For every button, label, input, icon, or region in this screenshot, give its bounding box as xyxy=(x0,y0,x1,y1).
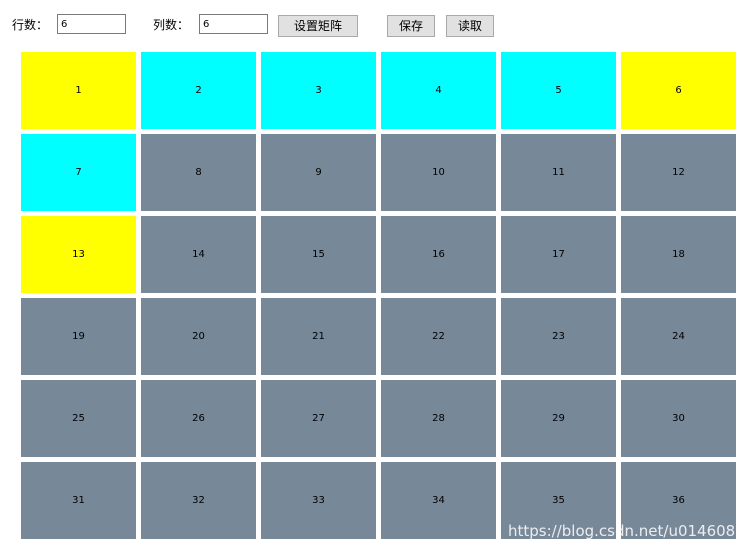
matrix-cell[interactable]: 35 xyxy=(501,462,616,539)
matrix-cell[interactable]: 29 xyxy=(501,380,616,457)
matrix-cell[interactable]: 25 xyxy=(21,380,136,457)
matrix-cell[interactable]: 6 xyxy=(621,52,736,129)
matrix-cell[interactable]: 20 xyxy=(141,298,256,375)
matrix-cell[interactable]: 28 xyxy=(381,380,496,457)
matrix-cell[interactable]: 7 xyxy=(21,134,136,211)
matrix-cell[interactable]: 32 xyxy=(141,462,256,539)
cols-input[interactable] xyxy=(199,14,268,34)
matrix-cell[interactable]: 12 xyxy=(621,134,736,211)
matrix-cell[interactable]: 16 xyxy=(381,216,496,293)
matrix-cell[interactable]: 31 xyxy=(21,462,136,539)
load-button[interactable]: 读取 xyxy=(446,15,494,37)
matrix-cell[interactable]: 21 xyxy=(261,298,376,375)
matrix-cell[interactable]: 3 xyxy=(261,52,376,129)
matrix-cell[interactable]: 34 xyxy=(381,462,496,539)
matrix-cell[interactable]: 26 xyxy=(141,380,256,457)
save-button[interactable]: 保存 xyxy=(387,15,435,37)
matrix-cell[interactable]: 9 xyxy=(261,134,376,211)
matrix-cell[interactable]: 14 xyxy=(141,216,256,293)
matrix-cell[interactable]: 23 xyxy=(501,298,616,375)
set-matrix-button[interactable]: 设置矩阵 xyxy=(278,15,358,37)
matrix-cell[interactable]: 18 xyxy=(621,216,736,293)
matrix-cell[interactable]: 30 xyxy=(621,380,736,457)
matrix-cell[interactable]: 10 xyxy=(381,134,496,211)
rows-label: 行数： xyxy=(12,18,49,32)
toolbar: 行数： 列数： 设置矩阵 保存 读取 xyxy=(0,0,750,48)
matrix-cell[interactable]: 1 xyxy=(21,52,136,129)
matrix-cell[interactable]: 33 xyxy=(261,462,376,539)
matrix-grid: 1 2 3 4 5 6 7 8 9 10 11 12 13 14 15 16 17 18 19 20 21 22 23 24 2… xyxy=(21,52,750,551)
matrix-cell[interactable]: 5 xyxy=(501,52,616,129)
matrix-cell[interactable]: 15 xyxy=(261,216,376,293)
matrix-cell[interactable]: 17 xyxy=(501,216,616,293)
matrix-cell[interactable]: 24 xyxy=(621,298,736,375)
matrix-cell[interactable]: 22 xyxy=(381,298,496,375)
cols-label: 列数： xyxy=(153,18,190,32)
rows-input[interactable] xyxy=(57,14,126,34)
matrix-cell[interactable]: 8 xyxy=(141,134,256,211)
matrix-cell[interactable]: 2 xyxy=(141,52,256,129)
matrix-cell[interactable]: 19 xyxy=(21,298,136,375)
matrix-cell[interactable]: 4 xyxy=(381,52,496,129)
matrix-cell[interactable]: 27 xyxy=(261,380,376,457)
matrix-cell[interactable]: 11 xyxy=(501,134,616,211)
matrix-cell[interactable]: 36 xyxy=(621,462,736,539)
matrix-cell[interactable]: 13 xyxy=(21,216,136,293)
